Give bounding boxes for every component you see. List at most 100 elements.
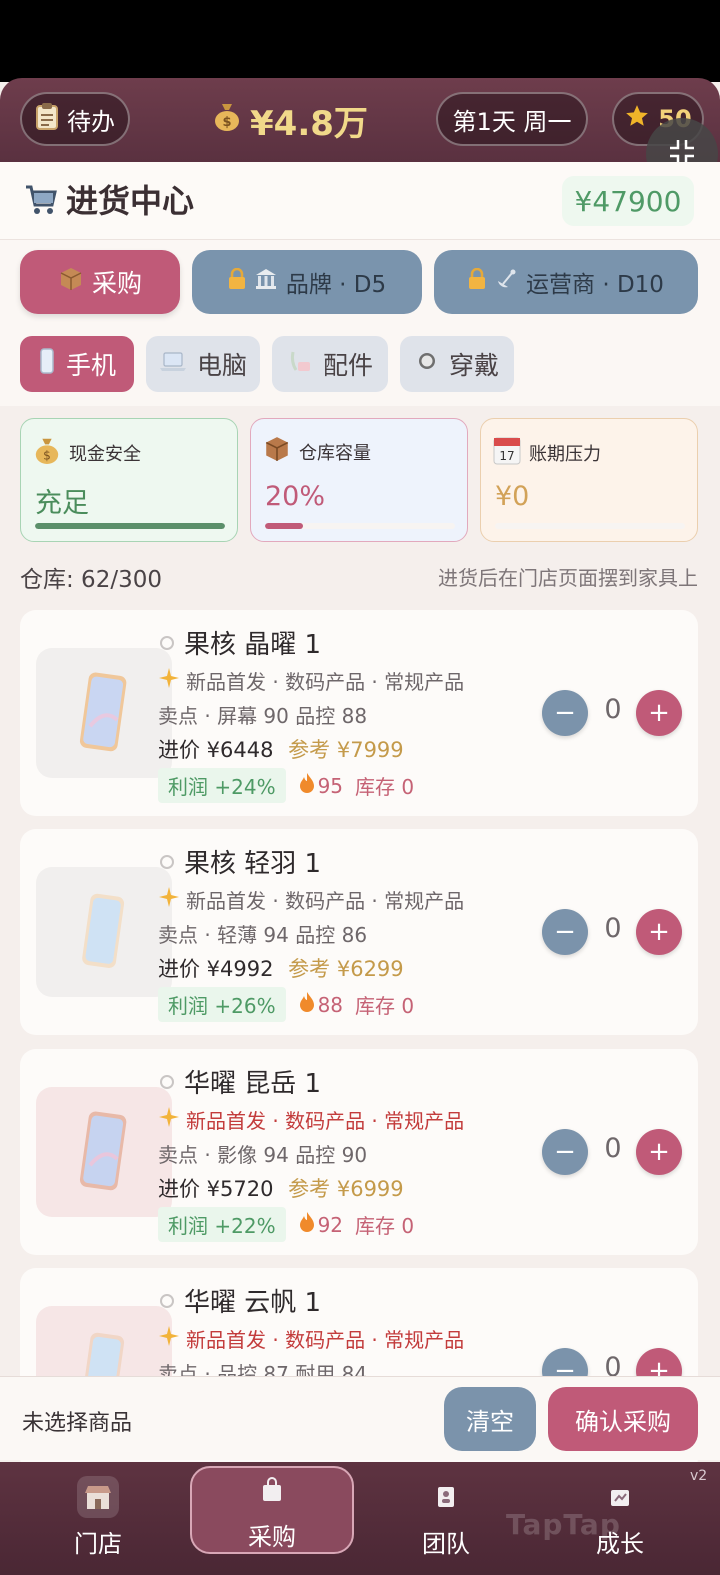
- category-accessory-label: 配件: [322, 351, 373, 380]
- version-label: v2: [690, 1468, 708, 1484]
- product-cost: 进价 ¥6448: [158, 738, 274, 762]
- product-card: 果核 晶曜 1 新品首发 · 数码产品 · 常规产品 卖点 · 屏幕 90 品控…: [20, 610, 698, 816]
- todo-label: 待办: [67, 107, 115, 136]
- tab-team[interactable]: 团队: [366, 1472, 526, 1562]
- increase-button[interactable]: +: [636, 690, 682, 736]
- bank-icon: [254, 268, 278, 296]
- purchase-action-bar: 未选择商品 清空 确认采购: [0, 1376, 720, 1460]
- page-title: 进货中心: [66, 182, 195, 220]
- mode-purchase-button[interactable]: 采购: [20, 250, 180, 314]
- tab-store-label: 门店: [74, 1529, 122, 1558]
- warehouse-capacity-label: 仓库容量: [299, 442, 371, 464]
- calendar-icon: 17: [493, 435, 521, 470]
- profit-badge: 利润 +22%: [158, 1207, 286, 1242]
- product-cost: 进价 ¥4992: [158, 957, 274, 981]
- accessory-icon: [287, 348, 313, 380]
- product-name: 果核 轻羽 1: [184, 849, 322, 879]
- product-name: 华曜 云帆 1: [184, 1288, 322, 1318]
- tab-purchase[interactable]: 采购: [190, 1466, 354, 1554]
- lock-icon: [468, 267, 486, 296]
- cash-safety-label: 现金安全: [69, 443, 141, 465]
- profit-badge: 利润 +26%: [158, 987, 286, 1022]
- clear-button[interactable]: 清空: [444, 1387, 536, 1451]
- watch-icon: [415, 348, 439, 380]
- svg-text:$: $: [222, 115, 231, 130]
- confirm-purchase-button[interactable]: 确认采购: [548, 1387, 698, 1451]
- stock-value: 库存 0: [355, 775, 415, 799]
- product-tags: 新品首发 · 数码产品 · 常规产品: [186, 670, 465, 694]
- category-area: 采购 品牌 · D5 运营商 · D10 手机 电脑 配件 穿戴: [0, 240, 720, 406]
- payables-pressure-bar: [495, 523, 685, 529]
- selection-status: 未选择商品: [22, 1411, 133, 1436]
- money-bag-icon: $: [212, 100, 242, 141]
- product-name: 果核 晶曜 1: [184, 630, 322, 660]
- tab-team-label: 团队: [422, 1529, 470, 1558]
- category-wearable-label: 穿戴: [448, 351, 499, 380]
- day-label: 第1天 周一: [452, 107, 572, 136]
- clipboard-icon: [35, 102, 59, 136]
- heat-value: 95: [317, 773, 344, 798]
- product-specs: 卖点 · 轻薄 94 品控 86: [158, 923, 368, 947]
- payables-pressure-card: 17 账期压力 ¥0: [480, 418, 698, 542]
- money-bag-icon: $: [33, 435, 61, 470]
- sparkle-icon: [158, 1106, 180, 1133]
- increase-button[interactable]: +: [636, 909, 682, 955]
- fire-icon: [298, 772, 316, 799]
- warehouse-capacity-value: 20%: [265, 481, 326, 512]
- todo-button[interactable]: 待办: [20, 92, 130, 146]
- decrease-button[interactable]: −: [542, 690, 588, 736]
- quantity-value: 0: [604, 1133, 622, 1164]
- payables-pressure-value: ¥0: [495, 481, 530, 512]
- product-image: [36, 867, 172, 997]
- category-phone-label: 手机: [65, 351, 116, 380]
- product-tags: 新品首发 · 数码产品 · 常规产品: [186, 1328, 465, 1352]
- decrease-button[interactable]: −: [542, 1129, 588, 1175]
- category-phone-tab[interactable]: 手机: [20, 336, 134, 392]
- status-area: [0, 0, 720, 82]
- brand-dot-icon: [160, 1074, 174, 1089]
- category-wearable-tab[interactable]: 穿戴: [400, 336, 514, 392]
- warehouse-capacity-card: 仓库容量 20%: [250, 418, 468, 542]
- product-specs: 卖点 · 屏幕 90 品控 88: [158, 704, 368, 728]
- quantity-value: 0: [604, 913, 622, 944]
- category-computer-label: 电脑: [196, 351, 247, 380]
- day-indicator[interactable]: 第1天 周一: [436, 92, 588, 146]
- sparkle-icon: [158, 667, 180, 694]
- mode-operator-button[interactable]: 运营商 · D10: [434, 250, 698, 314]
- product-tags: 新品首发 · 数码产品 · 常规产品: [186, 889, 465, 913]
- tab-store[interactable]: 门店: [18, 1472, 178, 1562]
- product-reference-price: 参考 ¥6999: [288, 1177, 404, 1201]
- tab-purchase-label: 采购: [248, 1522, 296, 1551]
- balance-badge: ¥47900: [562, 176, 694, 226]
- laptop-icon: [159, 350, 187, 379]
- product-card: 华曜 昆岳 1 新品首发 · 数码产品 · 常规产品 卖点 · 影像 94 品控…: [20, 1049, 698, 1255]
- cash-safety-value: 充足: [35, 488, 89, 519]
- mode-brand-label: 品牌 · D5: [285, 272, 387, 298]
- mode-purchase-label: 采购: [91, 269, 142, 298]
- category-accessory-tab[interactable]: 配件: [272, 336, 388, 392]
- svg-text:17: 17: [499, 449, 514, 463]
- warehouse-count: 仓库: 62/300: [20, 567, 162, 593]
- brand-dot-icon: [160, 854, 174, 869]
- product-reference-price: 参考 ¥7999: [288, 738, 404, 762]
- mode-brand-button[interactable]: 品牌 · D5: [192, 250, 422, 314]
- product-image: [36, 1087, 172, 1217]
- heat-value: 88: [317, 992, 344, 1017]
- sparkle-icon: [158, 1325, 180, 1352]
- warehouse-hint: 进货后在门店页面摆到家具上: [438, 566, 698, 590]
- product-tags: 新品首发 · 数码产品 · 常规产品: [186, 1109, 465, 1133]
- box-icon: [263, 435, 291, 468]
- satellite-icon: [494, 267, 518, 297]
- phone-icon: [38, 348, 56, 380]
- box-icon: [58, 266, 84, 298]
- cash-display: $ ¥4.8万: [212, 96, 368, 144]
- page-header: 进货中心 ¥47900: [0, 162, 720, 240]
- cash-amount: ¥4.8万: [250, 103, 368, 144]
- payables-pressure-label: 账期压力: [529, 443, 601, 465]
- svg-text:$: $: [43, 448, 51, 462]
- stock-value: 库存 0: [355, 994, 415, 1018]
- shopping-bag-icon: [251, 1469, 293, 1511]
- increase-button[interactable]: +: [636, 1129, 682, 1175]
- category-computer-tab[interactable]: 电脑: [146, 336, 260, 392]
- decrease-button[interactable]: −: [542, 909, 588, 955]
